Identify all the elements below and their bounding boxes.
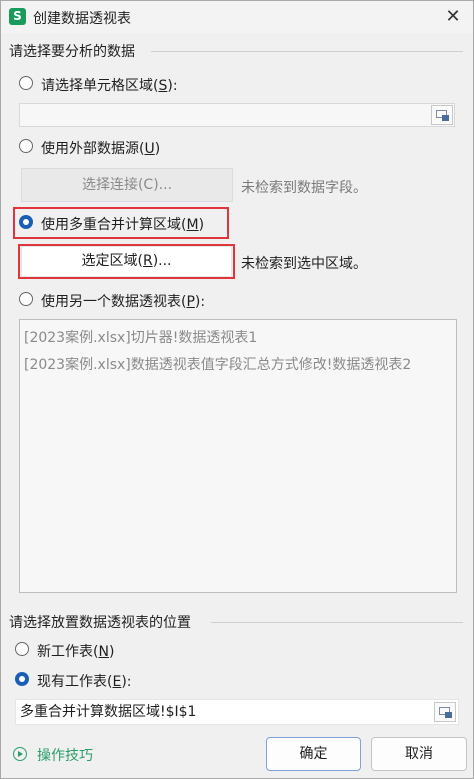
list-item[interactable]: [2023案例.xlsx]切片器!数据透视表1 (24, 327, 257, 347)
tips-label: 操作技巧 (37, 748, 93, 764)
range-status-text: 未检索到选中区域。 (241, 256, 367, 272)
radio-other-pivot-label: 使用另一个数据透视表(P): (41, 294, 206, 310)
location-picker-icon[interactable] (434, 702, 456, 722)
radio-multi-range[interactable]: 使用多重合并计算区域(M) (19, 214, 225, 233)
radio-other-pivot-button[interactable] (19, 292, 33, 306)
range-picker-icon[interactable] (431, 105, 453, 125)
ok-button[interactable]: 确定 (266, 737, 361, 771)
select-connection-button[interactable]: 选择连接(C)... (21, 168, 233, 202)
location-input[interactable]: 多重合并计算数据区域!$I$1 (15, 699, 459, 725)
source-group-divider (151, 51, 463, 52)
tips-link[interactable]: 操作技巧 (13, 745, 113, 764)
source-group-title: 请选择要分析的数据 (9, 44, 135, 60)
cancel-button[interactable]: 取消 (371, 737, 467, 771)
placement-group-title: 请选择放置数据透视表的位置 (9, 615, 191, 631)
radio-external-source-button[interactable] (19, 139, 33, 153)
radio-multi-range-button[interactable] (19, 215, 33, 229)
radio-existing-sheet-button[interactable] (15, 672, 29, 686)
play-circle-icon (13, 747, 27, 761)
radio-multi-range-label: 使用多重合并计算区域(M) (41, 217, 205, 233)
cell-range-input[interactable] (19, 103, 455, 127)
app-logo-icon: S (9, 8, 26, 25)
close-icon[interactable]: ✕ (441, 5, 465, 29)
radio-cell-range[interactable]: 请选择单元格区域(S): (19, 75, 319, 94)
location-value: 多重合并计算数据区域!$I$1 (20, 704, 197, 720)
radio-new-sheet-label: 新工作表(N) (37, 644, 115, 660)
radio-new-sheet[interactable]: 新工作表(N) (15, 641, 215, 660)
radio-external-source[interactable]: 使用外部数据源(U) (19, 138, 319, 157)
radio-existing-sheet[interactable]: 现有工作表(E): (15, 671, 215, 690)
radio-new-sheet-button[interactable] (15, 642, 29, 656)
pivot-table-list[interactable]: [2023案例.xlsx]切片器!数据透视表1 [2023案例.xlsx]数据透… (19, 319, 457, 593)
dialog-title: 创建数据透视表 (33, 11, 131, 27)
radio-cell-range-label: 请选择单元格区域(S): (41, 78, 178, 94)
radio-other-pivot[interactable]: 使用另一个数据透视表(P): (19, 291, 319, 310)
radio-external-source-label: 使用外部数据源(U) (41, 141, 161, 157)
placement-group-divider (211, 622, 463, 623)
select-range-button[interactable]: 选定区域(R)... (21, 246, 232, 277)
list-item[interactable]: [2023案例.xlsx]数据透视表值字段汇总方式修改!数据透视表2 (24, 354, 411, 374)
radio-cell-range-button[interactable] (19, 76, 33, 90)
radio-existing-sheet-label: 现有工作表(E): (37, 674, 132, 690)
title-bar: S 创建数据透视表 ✕ (1, 1, 473, 33)
connection-status-text: 未检索到数据字段。 (241, 180, 367, 196)
